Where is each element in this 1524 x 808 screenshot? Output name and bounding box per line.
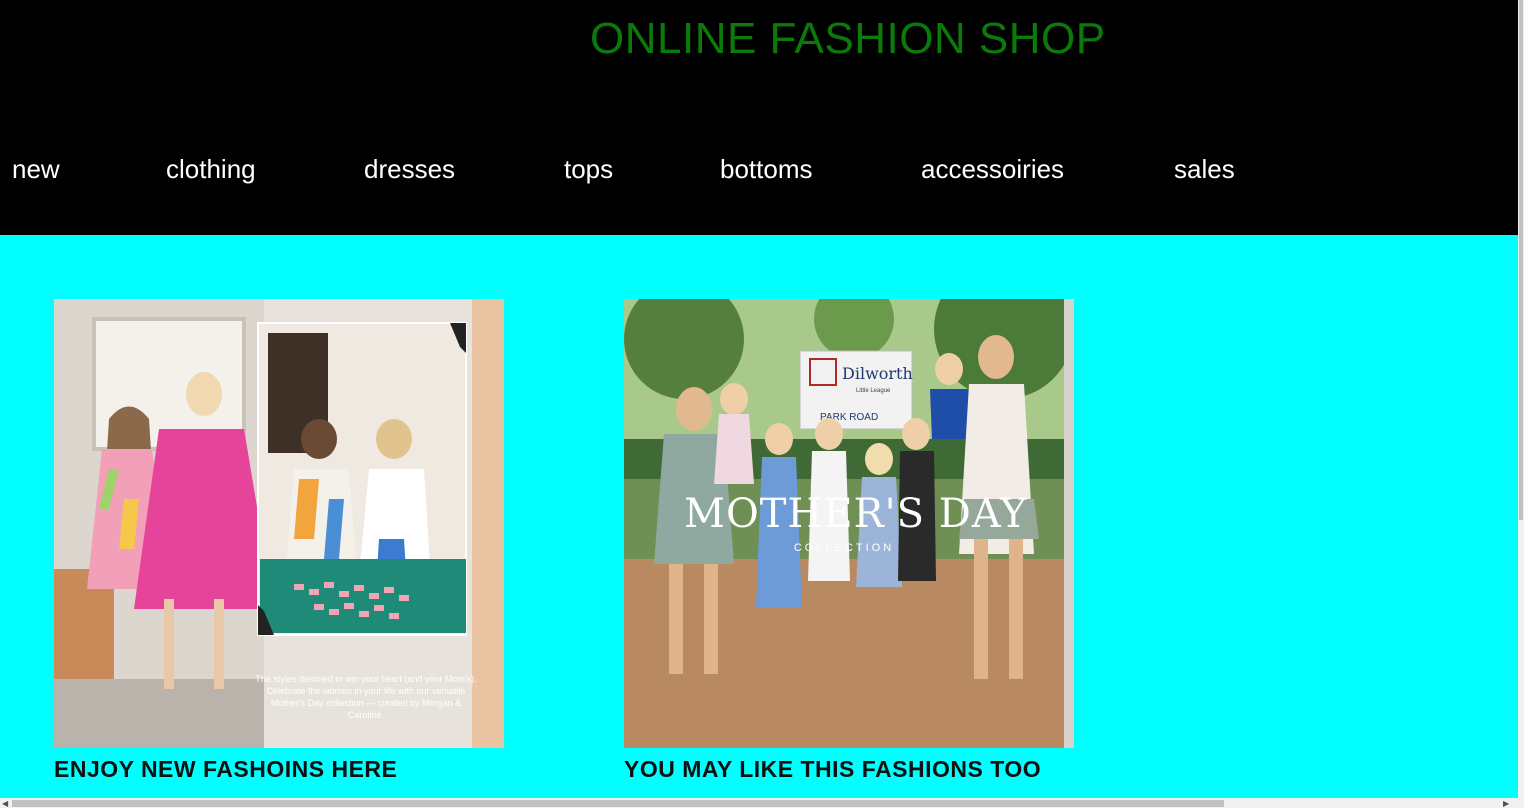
- fashion-photo-2[interactable]: Dilworth Little League PARK ROAD MOTHER'…: [624, 299, 1074, 748]
- svg-text:Little League: Little League: [856, 388, 891, 394]
- nav-item-clothing[interactable]: clothing: [166, 154, 256, 185]
- nav-item-new[interactable]: new: [12, 154, 60, 185]
- nav-item-tops[interactable]: tops: [564, 154, 613, 185]
- scroll-right-icon[interactable]: ▶: [1503, 800, 1509, 808]
- nav-item-bottoms[interactable]: bottoms: [720, 154, 813, 185]
- page: ONLINE FASHION SHOP new clothing dresses…: [0, 0, 1524, 808]
- promo-text: The styles destined to win your heart (a…: [255, 674, 477, 720]
- card-caption-2: YOU MAY LIKE THIS FASHIONS TOO: [624, 756, 1042, 782]
- site-title: ONLINE FASHION SHOP: [590, 14, 1106, 63]
- fashion-photo-1[interactable]: The styles destined to win your heart (a…: [54, 299, 504, 748]
- site-header: ONLINE FASHION SHOP new clothing dresses…: [0, 0, 1518, 235]
- horizontal-scrollbar-thumb[interactable]: [12, 800, 1224, 807]
- nav-item-dresses[interactable]: dresses: [364, 154, 455, 185]
- nav-item-accessoiries[interactable]: accessoiries: [921, 154, 1064, 185]
- overlay-title: MOTHER'S DAY: [684, 491, 1028, 537]
- scroll-left-icon[interactable]: ◀: [2, 800, 8, 808]
- overlay-subtitle: COLLECTION: [793, 542, 895, 554]
- card-caption-1: ENJOY NEW FASHOINS HERE: [54, 756, 398, 782]
- svg-text:Dilworth: Dilworth: [842, 364, 913, 383]
- dilworth-sign: Dilworth Little League PARK ROAD: [799, 350, 913, 430]
- vertical-scrollbar-thumb[interactable]: [1519, 0, 1523, 520]
- nav-item-sales[interactable]: sales: [1174, 154, 1235, 185]
